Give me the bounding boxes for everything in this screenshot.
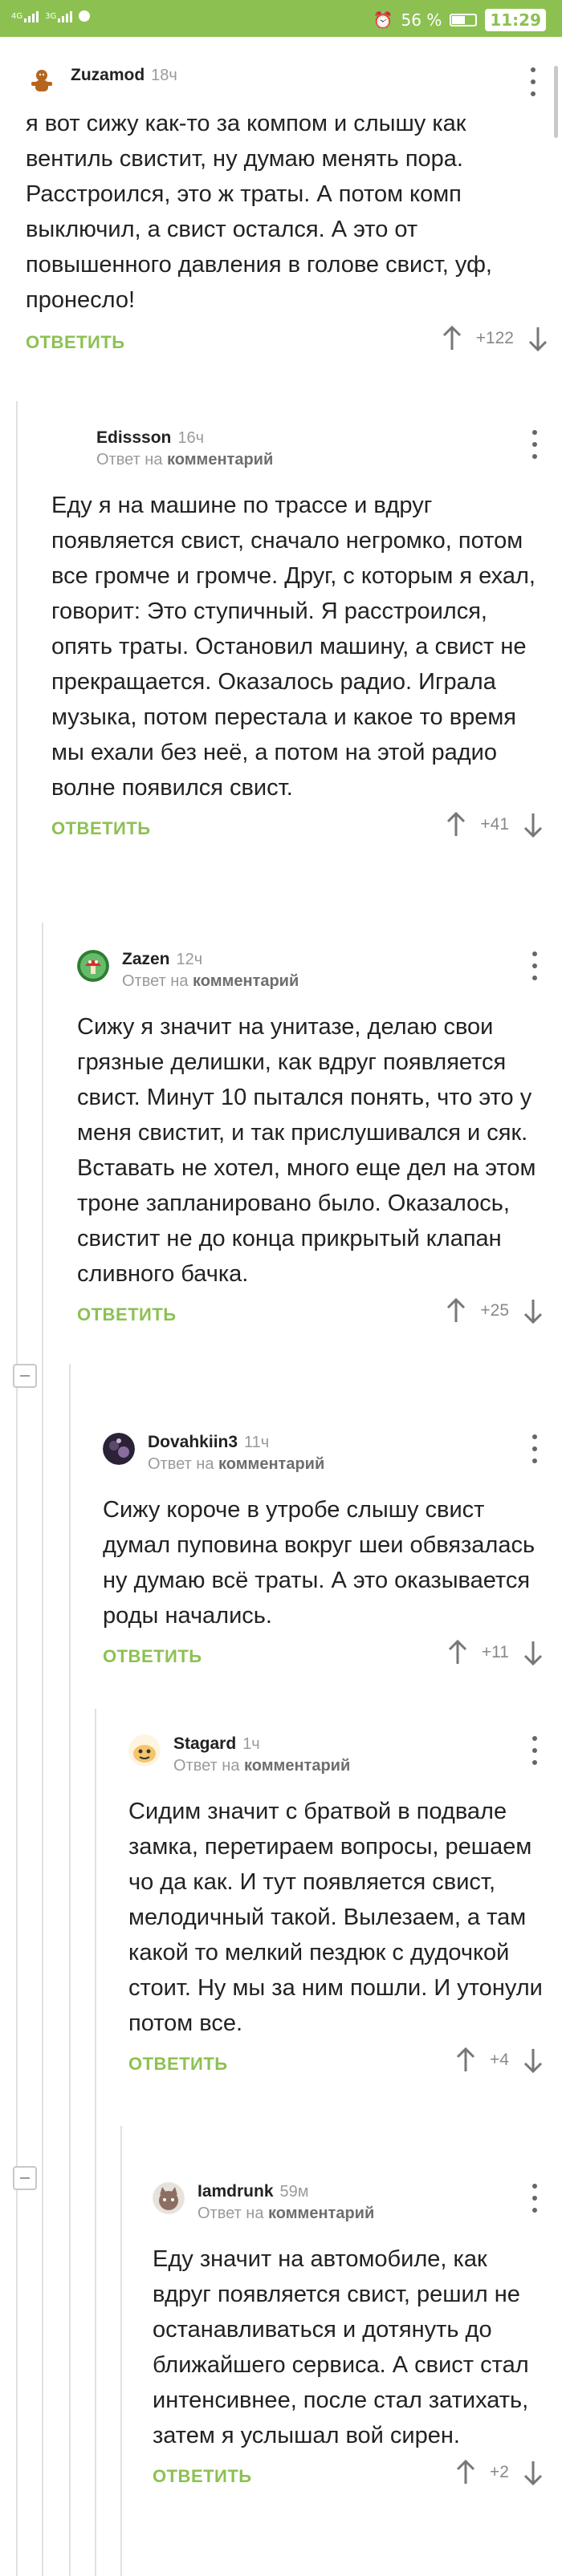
upvote-arrow-icon[interactable] <box>456 2047 475 2073</box>
upvote-arrow-icon[interactable] <box>456 2460 475 2485</box>
comment: Dovahkiin3 11ч Ответ на комментарий Сижу … <box>103 1430 543 1678</box>
downvote-arrow-icon[interactable] <box>523 2047 543 2073</box>
more-menu-icon[interactable] <box>527 1434 543 1463</box>
mushroom-avatar-icon[interactable] <box>77 950 109 982</box>
thread-line <box>69 1364 71 2576</box>
more-menu-icon[interactable] <box>527 2184 543 2213</box>
reply-button[interactable]: ОТВЕТИТЬ <box>103 1646 202 1667</box>
status-bar: 4G 3G ⏰ 56 % 11:29 <box>0 0 562 37</box>
reply-to-label[interactable]: Ответ на комментарий <box>148 1455 324 1474</box>
comment-text: Сижу я значит на унитазе, делаю свои гря… <box>77 1014 536 1287</box>
comment-text: Еду значит на автомобиле, как вдруг появ… <box>153 2246 529 2448</box>
reply-to-link[interactable]: комментарий <box>218 1455 324 1473</box>
clock: 11:29 <box>485 9 546 31</box>
comment: Zazen 12ч Ответ на комментарий Сижу я зна… <box>77 947 543 1337</box>
rating-value: +41 <box>480 815 509 834</box>
cat-avatar-icon[interactable] <box>153 2182 185 2214</box>
thread-line <box>16 401 18 2576</box>
reply-to-link[interactable]: комментарий <box>244 1757 350 1775</box>
more-menu-icon[interactable] <box>527 1736 543 1765</box>
reply-to-label[interactable]: Ответ на комментарий <box>122 972 299 991</box>
comment-text: Еду я на машине по трассе и вдруг появля… <box>51 493 536 801</box>
more-menu-icon[interactable] <box>527 951 543 980</box>
comment-text: Сижу короче в утробе слышу свист думал п… <box>103 1497 536 1629</box>
comment: Iamdrunk 59м Ответ на комментарий Еду зна… <box>153 2179 543 2498</box>
rating-value: +11 <box>481 1643 509 1661</box>
username-text[interactable]: Zazen <box>122 950 170 968</box>
username-text[interactable]: Stagard <box>173 1734 236 1753</box>
reply-to-text: Ответ на <box>148 1455 214 1473</box>
username-text[interactable]: Dovahkiin3 <box>148 1433 238 1451</box>
more-menu-icon[interactable] <box>527 430 543 459</box>
collapse-thread-button[interactable] <box>13 2166 37 2190</box>
comment-text: я вот сижу как-то за компом и слышу как … <box>26 111 492 313</box>
signal-icon <box>24 10 39 22</box>
downvote-arrow-icon[interactable] <box>523 1298 543 1324</box>
comment: Edissson 16ч Ответ на комментарий Еду я н… <box>51 425 543 850</box>
downvote-arrow-icon[interactable] <box>523 2460 543 2485</box>
downvote-arrow-icon[interactable] <box>528 326 548 351</box>
battery-icon <box>450 14 478 26</box>
rating-value: +122 <box>475 329 514 347</box>
rating-value: +2 <box>490 2463 509 2481</box>
thread-line <box>95 1709 96 2576</box>
upvote-arrow-icon[interactable] <box>446 812 466 838</box>
network-type-2: 3G <box>45 11 57 21</box>
gingerbread-avatar-icon[interactable] <box>26 66 58 98</box>
username-text[interactable]: Zuzamod <box>71 66 145 84</box>
reply-to-label[interactable]: Ответ на комментарий <box>173 1757 350 1775</box>
upvote-arrow-icon[interactable] <box>446 1298 466 1324</box>
comment: Zuzamod 18ч я вот сижу как-то за компом и… <box>26 63 548 364</box>
comment-time: 11ч <box>244 1434 270 1451</box>
battery-percent: 56 % <box>401 10 442 30</box>
reply-button[interactable]: ОТВЕТИТЬ <box>26 332 125 353</box>
reply-to-text: Ответ на <box>198 2205 264 2222</box>
reply-button[interactable]: ОТВЕТИТЬ <box>77 1304 177 1325</box>
username[interactable]: Edissson 16ч <box>96 428 204 448</box>
username-text[interactable]: Edissson <box>96 428 171 447</box>
comment-time: 16ч <box>177 429 205 447</box>
dark-photo-avatar-icon[interactable] <box>103 1433 135 1465</box>
upvote-arrow-icon[interactable] <box>448 1640 467 1665</box>
blank-avatar-icon[interactable] <box>51 428 83 460</box>
username[interactable]: Dovahkiin3 11ч <box>148 1433 269 1452</box>
thread-line <box>42 923 43 2576</box>
thread-line <box>120 2126 122 2576</box>
reply-button[interactable]: ОТВЕТИТЬ <box>153 2466 252 2487</box>
more-menu-icon[interactable] <box>525 67 541 96</box>
rating-value: +25 <box>480 1301 509 1320</box>
username[interactable]: Stagard 1ч <box>173 1734 260 1754</box>
reply-button[interactable]: ОТВЕТИТЬ <box>128 2054 228 2075</box>
rating-value: +4 <box>490 2051 509 2069</box>
upvote-arrow-icon[interactable] <box>442 326 462 351</box>
comment-time: 59м <box>279 2183 309 2201</box>
comment-time: 12ч <box>176 951 203 968</box>
reply-to-text: Ответ на <box>96 451 163 469</box>
comment: Stagard 1ч Ответ на комментарий Сидим зна… <box>128 1731 543 2086</box>
reply-to-label[interactable]: Ответ на комментарий <box>96 451 273 469</box>
comment-text: Сидим значит с братвой в подвале замка, … <box>128 1799 543 2036</box>
reply-to-label[interactable]: Ответ на комментарий <box>198 2205 374 2223</box>
username[interactable]: Zuzamod 18ч <box>71 66 177 85</box>
comment-time: 18ч <box>151 67 177 84</box>
network-type-1: 4G <box>11 11 23 21</box>
scrollbar[interactable] <box>554 66 558 138</box>
signal-icon-2 <box>58 10 73 22</box>
reply-to-link[interactable]: комментарий <box>268 2205 374 2222</box>
notification-icon <box>79 10 91 22</box>
downvote-arrow-icon[interactable] <box>523 812 543 838</box>
reply-to-text: Ответ на <box>122 972 189 990</box>
reply-to-link[interactable]: комментарий <box>193 972 299 990</box>
reply-to-text: Ответ на <box>173 1757 240 1775</box>
comment-time: 1ч <box>242 1735 260 1753</box>
alarm-icon: ⏰ <box>373 10 393 30</box>
username[interactable]: Zazen 12ч <box>122 950 202 969</box>
reply-to-link[interactable]: комментарий <box>167 451 273 469</box>
downvote-arrow-icon[interactable] <box>523 1640 543 1665</box>
reply-button[interactable]: ОТВЕТИТЬ <box>51 818 151 839</box>
username[interactable]: Iamdrunk 59м <box>198 2182 309 2201</box>
collapse-thread-button[interactable] <box>13 1364 37 1388</box>
username-text[interactable]: Iamdrunk <box>198 2182 274 2201</box>
cartoon-avatar-icon[interactable] <box>128 1734 161 1767</box>
